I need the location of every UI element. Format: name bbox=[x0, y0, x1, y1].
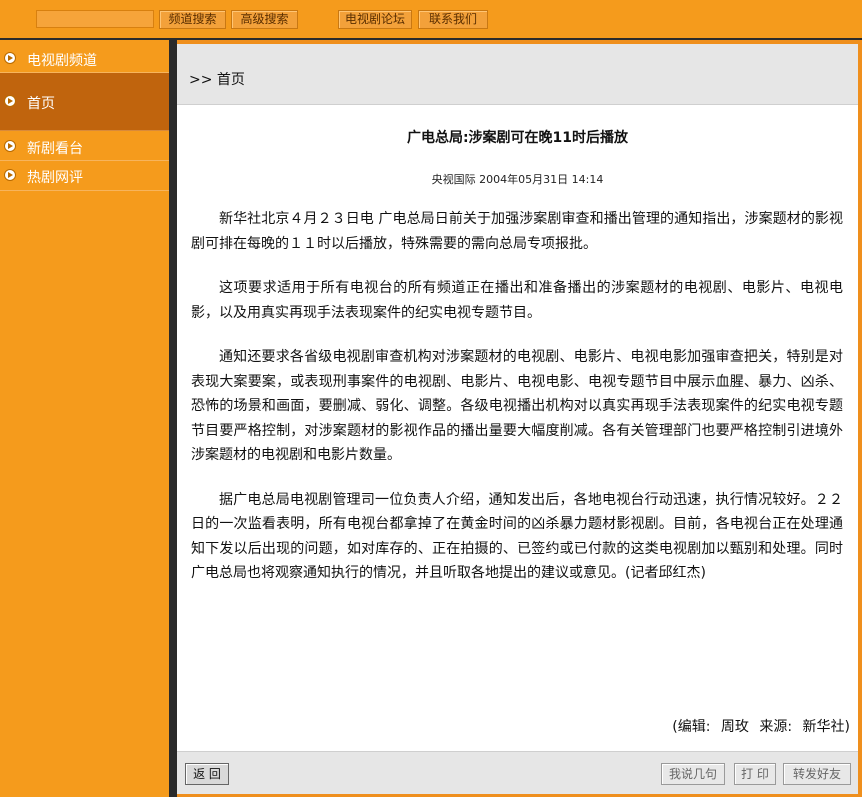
tv-forum-button[interactable]: 电视剧论坛 bbox=[338, 10, 412, 29]
sidebar-item-new-dramas[interactable]: 新剧看台 bbox=[0, 132, 169, 161]
sidebar-item-label: 新剧看台 bbox=[27, 141, 83, 157]
bullet-arrow-icon bbox=[4, 52, 16, 64]
top-bar: 频道搜索 高级搜索 电视剧论坛 联系我们 bbox=[0, 0, 862, 40]
back-button[interactable]: 返 回 bbox=[185, 763, 229, 785]
article-body: 新华社北京４月２３日电 广电总局日前关于加强涉案剧审查和播出管理的通知指出，涉案… bbox=[191, 207, 843, 606]
bullet-arrow-icon bbox=[4, 140, 16, 152]
article-paragraph: 这项要求适用于所有电视台的所有频道正在播出和准备播出的涉案题材的电视剧、电影片、… bbox=[191, 280, 843, 321]
bullet-arrow-icon bbox=[4, 169, 16, 181]
sidebar-divider bbox=[169, 40, 177, 797]
sidebar-item-label: 电视剧频道 bbox=[27, 53, 97, 69]
breadcrumb: >> 首页 bbox=[189, 72, 245, 88]
channel-search-button[interactable]: 频道搜索 bbox=[159, 10, 226, 29]
article-title: 广电总局:涉案剧可在晚11时后播放 bbox=[406, 130, 629, 146]
sidebar-item-label: 首页 bbox=[27, 96, 55, 112]
breadcrumb-bar: >> 首页 bbox=[177, 44, 858, 105]
bullet-arrow-icon bbox=[4, 95, 16, 107]
article-paragraph: 新华社北京４月２３日电 广电总局日前关于加强涉案剧审查和播出管理的通知指出，涉案… bbox=[191, 211, 843, 252]
bottom-toolbar: 返 回 我说几句 打 印 转发好友 bbox=[177, 751, 858, 794]
article-meta: 央视国际 2004年05月31日 14:14 bbox=[431, 173, 604, 186]
sidebar-item-tv-channel[interactable]: 电视剧频道 bbox=[0, 44, 169, 73]
contact-us-button[interactable]: 联系我们 bbox=[418, 10, 488, 29]
sidebar-item-hot-reviews[interactable]: 热剧网评 bbox=[0, 162, 169, 191]
sidebar-item-label: 热剧网评 bbox=[27, 170, 83, 186]
main-content: >> 首页 广电总局:涉案剧可在晚11时后播放 央视国际 2004年05月31日… bbox=[177, 44, 858, 794]
print-button[interactable]: 打 印 bbox=[734, 763, 776, 785]
sidebar-item-home[interactable]: 首页 bbox=[0, 73, 169, 131]
share-with-friend-button[interactable]: 转发好友 bbox=[783, 763, 851, 785]
advanced-search-button[interactable]: 高级搜索 bbox=[231, 10, 298, 29]
search-input[interactable] bbox=[36, 10, 154, 28]
article-paragraph: 据广电总局电视剧管理司一位负责人介绍，通知发出后，各地电视台行动迅速，执行情况较… bbox=[191, 491, 843, 582]
comment-button[interactable]: 我说几句 bbox=[661, 763, 725, 785]
article-paragraph: 通知还要求各省级电视剧审查机构对涉案题材的电视剧、电影片、电视电影加强审查把关，… bbox=[191, 349, 843, 463]
article-credit: (编辑: 周玫 来源: 新华社) bbox=[672, 719, 850, 735]
